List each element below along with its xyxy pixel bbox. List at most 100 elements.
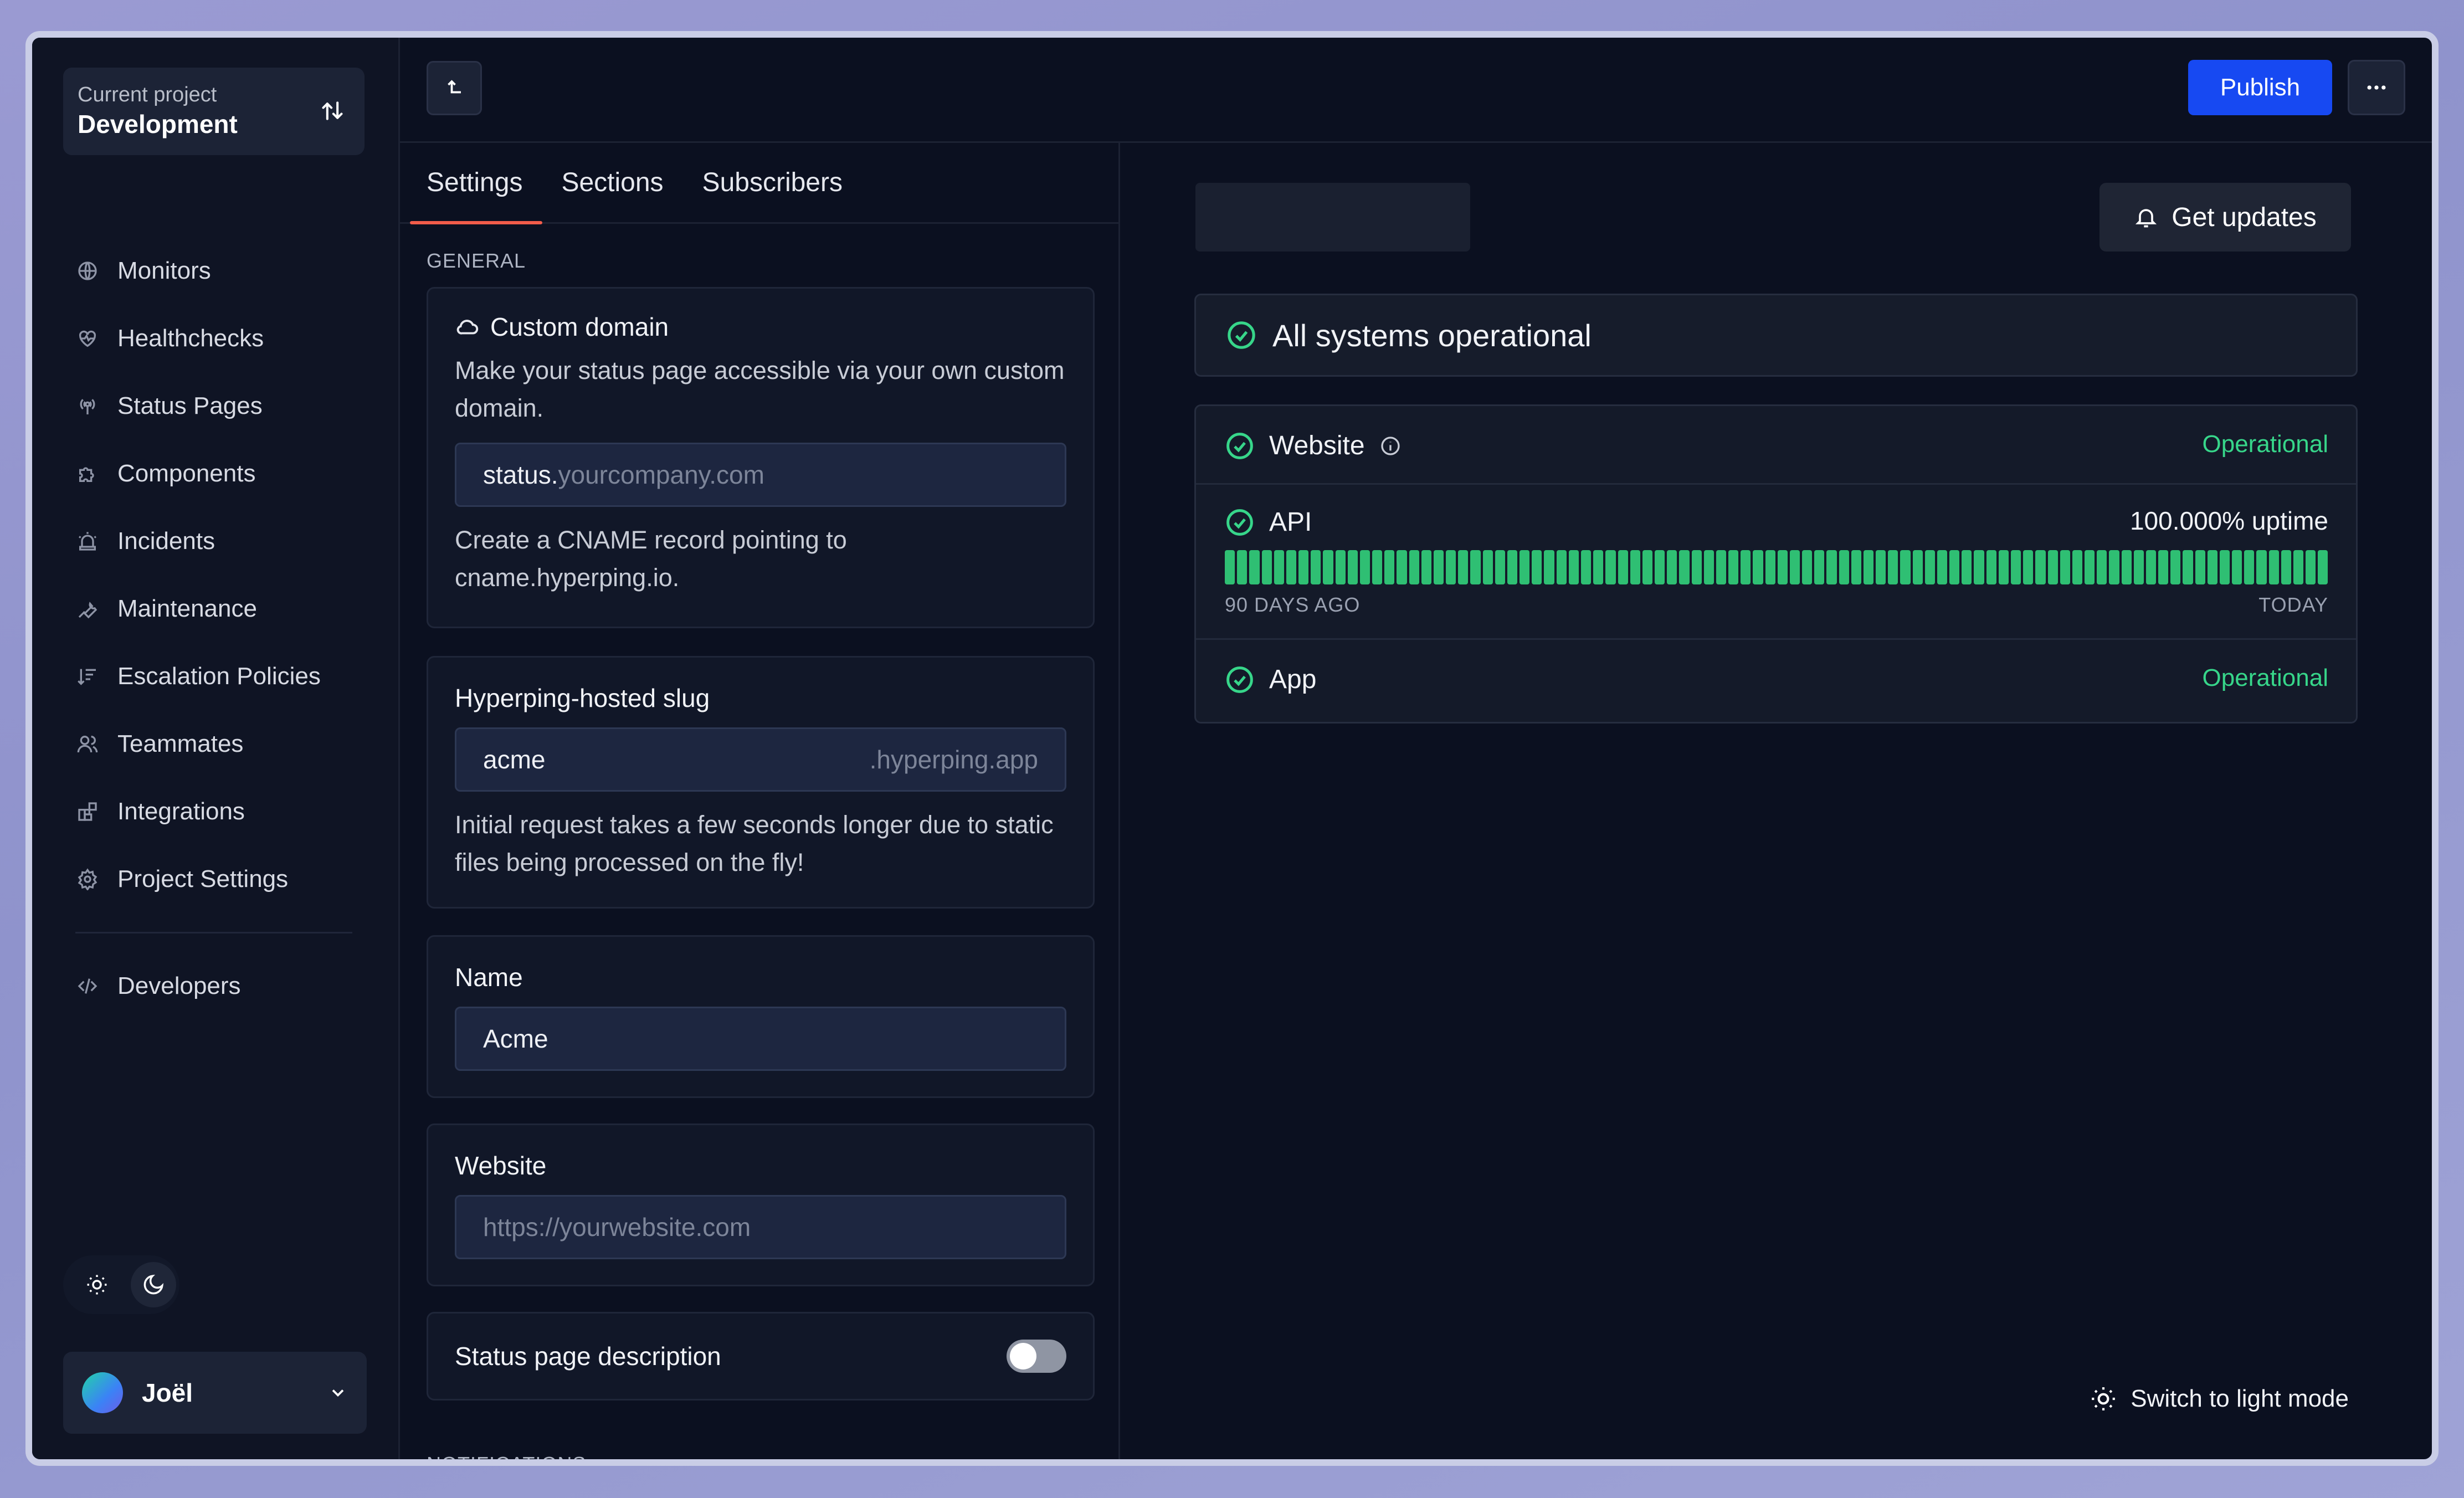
- uptime-day-bar[interactable]: [1716, 550, 1727, 584]
- uptime-day-bar[interactable]: [1544, 550, 1554, 584]
- uptime-day-bar[interactable]: [1728, 550, 1739, 584]
- uptime-day-bar[interactable]: [1384, 550, 1395, 584]
- uptime-day-bar[interactable]: [1580, 550, 1592, 584]
- light-theme-button[interactable]: [74, 1262, 120, 1307]
- uptime-day-bar[interactable]: [1495, 550, 1505, 584]
- uptime-day-bar[interactable]: [1446, 550, 1456, 584]
- uptime-day-bar[interactable]: [1298, 550, 1309, 584]
- uptime-day-bar[interactable]: [2244, 550, 2255, 584]
- uptime-day-bar[interactable]: [2085, 550, 2095, 584]
- uptime-day-bar[interactable]: [2293, 550, 2304, 584]
- uptime-day-bar[interactable]: [2023, 550, 2034, 584]
- uptime-day-bar[interactable]: [2268, 550, 2279, 584]
- uptime-day-bar[interactable]: [1777, 550, 1788, 584]
- uptime-day-bar[interactable]: [1630, 550, 1640, 584]
- uptime-day-bar[interactable]: [1851, 550, 1861, 584]
- uptime-day-bar[interactable]: [1789, 550, 1800, 584]
- dark-theme-button[interactable]: [131, 1262, 176, 1307]
- uptime-day-bar[interactable]: [1593, 550, 1604, 584]
- project-switcher[interactable]: Current project Development: [63, 68, 365, 155]
- uptime-day-bar[interactable]: [1470, 550, 1481, 584]
- uptime-day-bar[interactable]: [1667, 550, 1677, 584]
- uptime-day-bar[interactable]: [2145, 550, 2157, 584]
- uptime-day-bar[interactable]: [1753, 550, 1763, 584]
- sidebar-item-monitors[interactable]: Monitors: [63, 237, 365, 305]
- uptime-day-bar[interactable]: [1482, 550, 1493, 584]
- slug-input[interactable]: acme .hyperping.app: [455, 727, 1066, 792]
- uptime-day-bar[interactable]: [2219, 550, 2230, 584]
- uptime-day-bar[interactable]: [2183, 550, 2193, 584]
- uptime-day-bar[interactable]: [1409, 550, 1419, 584]
- uptime-day-bar[interactable]: [1962, 550, 1972, 584]
- uptime-day-bar[interactable]: [1937, 550, 1948, 584]
- uptime-day-bar[interactable]: [1311, 550, 1321, 584]
- description-toggle-switch[interactable]: [1007, 1340, 1066, 1373]
- uptime-day-bar[interactable]: [1249, 550, 1260, 584]
- info-icon[interactable]: [1379, 435, 1402, 457]
- custom-domain-input[interactable]: status. yourcompany.com: [455, 443, 1066, 507]
- uptime-day-bar[interactable]: [2060, 550, 2070, 584]
- uptime-day-bar[interactable]: [2232, 550, 2242, 584]
- uptime-day-bar[interactable]: [1335, 550, 1346, 584]
- sidebar-item-developers[interactable]: Developers: [63, 952, 365, 1020]
- back-button[interactable]: [427, 61, 482, 115]
- uptime-day-bar[interactable]: [1998, 550, 2009, 584]
- uptime-day-bar[interactable]: [2121, 550, 2132, 584]
- uptime-day-bar[interactable]: [1421, 550, 1431, 584]
- uptime-day-bar[interactable]: [1691, 550, 1702, 584]
- sidebar-item-project-settings[interactable]: Project Settings: [63, 845, 365, 913]
- uptime-day-bar[interactable]: [1876, 550, 1886, 584]
- sidebar-item-healthchecks[interactable]: Healthchecks: [63, 305, 365, 372]
- uptime-day-bar[interactable]: [1458, 550, 1469, 584]
- uptime-day-bar[interactable]: [1507, 550, 1518, 584]
- sidebar-item-incidents[interactable]: Incidents: [63, 507, 365, 575]
- uptime-day-bar[interactable]: [1949, 550, 1960, 584]
- uptime-day-bar[interactable]: [1655, 550, 1665, 584]
- uptime-day-bar[interactable]: [1237, 550, 1248, 584]
- uptime-day-bar[interactable]: [2011, 550, 2021, 584]
- publish-button[interactable]: Publish: [2188, 60, 2332, 115]
- uptime-day-bar[interactable]: [1225, 550, 1235, 584]
- uptime-day-bar[interactable]: [1323, 550, 1333, 584]
- uptime-day-bar[interactable]: [1520, 550, 1530, 584]
- uptime-day-bar[interactable]: [2072, 550, 2083, 584]
- uptime-day-bar[interactable]: [1274, 550, 1284, 584]
- uptime-day-bar[interactable]: [1839, 550, 1849, 584]
- uptime-day-bar[interactable]: [1532, 550, 1542, 584]
- uptime-day-bar[interactable]: [1986, 550, 1996, 584]
- uptime-day-bar[interactable]: [1741, 550, 1751, 584]
- tab-sections[interactable]: Sections: [561, 143, 663, 223]
- uptime-day-bar[interactable]: [1924, 550, 1935, 584]
- uptime-day-bar[interactable]: [2256, 550, 2267, 584]
- uptime-day-bar[interactable]: [1765, 550, 1775, 584]
- uptime-day-bar[interactable]: [1826, 550, 1837, 584]
- uptime-day-bar[interactable]: [2207, 550, 2217, 584]
- tab-subscribers[interactable]: Subscribers: [702, 143, 843, 223]
- uptime-day-bar[interactable]: [1974, 550, 1984, 584]
- website-input[interactable]: https://yourwebsite.com: [455, 1195, 1066, 1259]
- uptime-day-bar[interactable]: [1397, 550, 1407, 584]
- uptime-day-bar[interactable]: [1863, 550, 1874, 584]
- uptime-day-bar[interactable]: [2035, 550, 2046, 584]
- uptime-day-bar[interactable]: [2097, 550, 2107, 584]
- uptime-day-bar[interactable]: [1556, 550, 1567, 584]
- uptime-day-bar[interactable]: [1814, 550, 1825, 584]
- sidebar-item-escalation-policies[interactable]: Escalation Policies: [63, 643, 365, 710]
- uptime-day-bar[interactable]: [1679, 550, 1690, 584]
- uptime-day-bar[interactable]: [2281, 550, 2291, 584]
- sidebar-item-integrations[interactable]: Integrations: [63, 778, 365, 845]
- uptime-day-bar[interactable]: [2195, 550, 2205, 584]
- uptime-day-bar[interactable]: [2318, 550, 2328, 584]
- sidebar-item-maintenance[interactable]: Maintenance: [63, 575, 365, 643]
- uptime-day-bar[interactable]: [1261, 550, 1272, 584]
- uptime-day-bar[interactable]: [1372, 550, 1383, 584]
- uptime-day-bar[interactable]: [1912, 550, 1923, 584]
- uptime-day-bar[interactable]: [1568, 550, 1579, 584]
- uptime-day-bar[interactable]: [1286, 550, 1297, 584]
- tab-settings[interactable]: Settings: [409, 143, 543, 224]
- uptime-day-bar[interactable]: [2109, 550, 2119, 584]
- uptime-day-bar[interactable]: [1433, 550, 1444, 584]
- uptime-day-bar[interactable]: [1618, 550, 1628, 584]
- get-updates-button[interactable]: Get updates: [2099, 183, 2351, 252]
- name-input[interactable]: Acme: [455, 1007, 1066, 1071]
